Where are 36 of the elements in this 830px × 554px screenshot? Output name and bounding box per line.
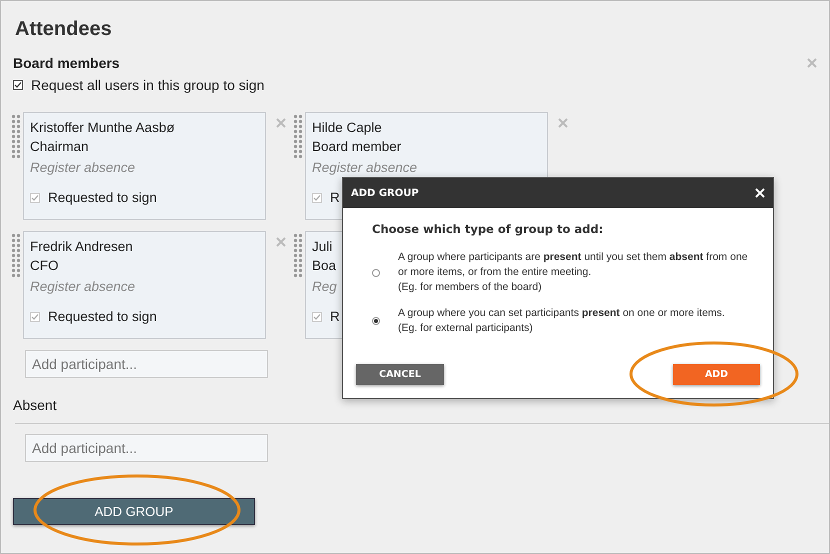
checkbox-label: Requested to sign bbox=[48, 189, 157, 207]
add-button[interactable]: ADD bbox=[673, 364, 760, 385]
member-role: Boa bbox=[312, 257, 336, 275]
member-name: Fredrik Andresen bbox=[30, 238, 133, 256]
drag-handle-icon[interactable] bbox=[11, 233, 21, 279]
checkbox-label: Request all users in this group to sign bbox=[31, 77, 264, 93]
add-participant-field[interactable]: Add participant... bbox=[25, 434, 268, 462]
group-title: Board members bbox=[13, 55, 120, 71]
register-absence-link[interactable]: Register absence bbox=[30, 277, 136, 296]
member-name: Hilde Caple bbox=[312, 119, 382, 137]
drag-handle-icon[interactable] bbox=[293, 233, 303, 279]
member-role: CFO bbox=[30, 257, 58, 275]
register-absence-link[interactable]: Reg bbox=[312, 277, 337, 296]
checkbox-label: Requested to sign bbox=[48, 308, 157, 326]
checkbox-label: R bbox=[330, 308, 340, 326]
member-role: Chairman bbox=[30, 138, 89, 156]
section-title: Absent bbox=[13, 397, 58, 413]
radio-button[interactable] bbox=[372, 317, 380, 325]
checkbox-label: R bbox=[330, 189, 340, 207]
drag-handle-icon[interactable] bbox=[11, 114, 21, 160]
dialog-title: ADD GROUP bbox=[351, 188, 419, 198]
member-name: Juli bbox=[312, 238, 332, 256]
option-description: A group where participants are present until you set them absent from one or more items, or from the entire meeting. (Eg. for members of the board) bbox=[398, 250, 748, 295]
add-participant-field[interactable]: Add participant... bbox=[25, 350, 268, 378]
radio-button[interactable] bbox=[372, 268, 380, 276]
register-absence-link[interactable]: Register absence bbox=[30, 158, 136, 177]
cancel-button[interactable]: CANCEL bbox=[356, 364, 444, 385]
add-group-button[interactable]: ADD GROUP bbox=[13, 498, 255, 525]
option-description: A group where you can set participants present on one or more items. (Eg. for external participants) bbox=[398, 306, 725, 336]
checkbox[interactable] bbox=[13, 80, 23, 90]
register-absence-link[interactable]: Register absence bbox=[312, 158, 418, 177]
member-role: Board member bbox=[312, 138, 402, 156]
page-title: Attendees bbox=[15, 18, 113, 41]
drag-handle-icon[interactable] bbox=[293, 114, 303, 160]
member-name: Kristoffer Munthe Aasbø bbox=[30, 119, 175, 137]
dialog-prompt: Choose which type of group to add: bbox=[372, 222, 604, 236]
